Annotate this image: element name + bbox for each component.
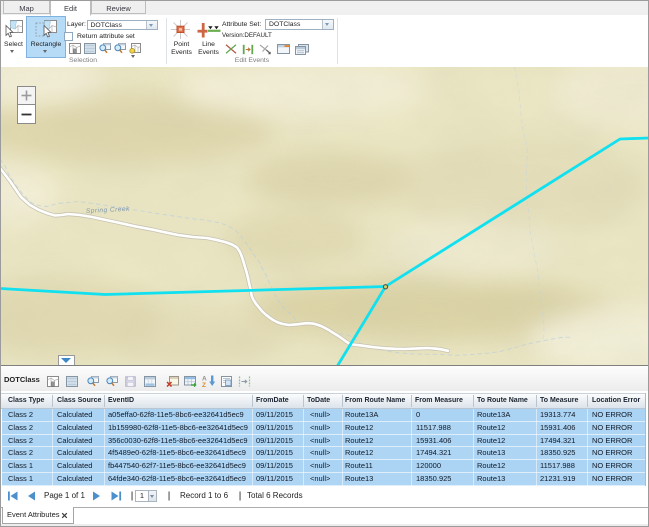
svg-text:Z: Z bbox=[202, 382, 206, 387]
